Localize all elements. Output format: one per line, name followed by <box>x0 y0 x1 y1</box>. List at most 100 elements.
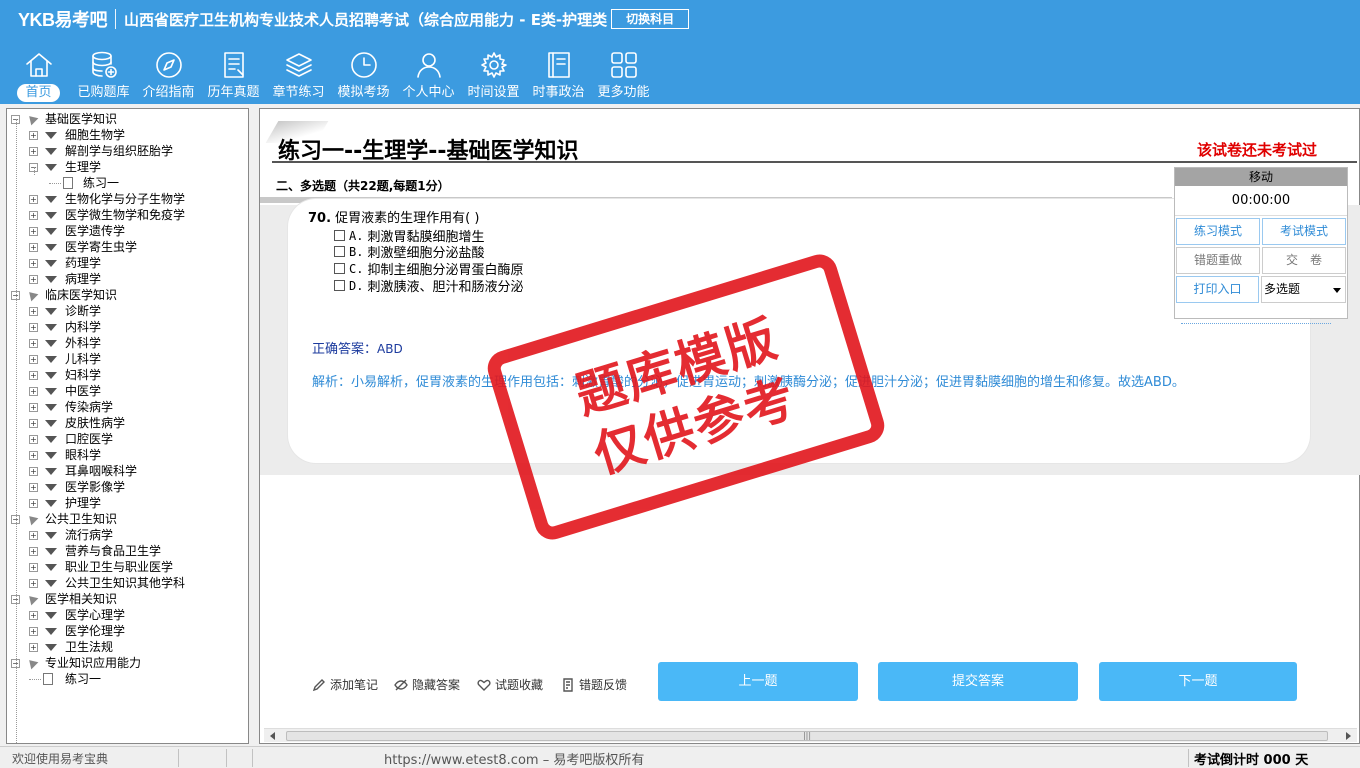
tree-item[interactable]: + 医学微生物学和免疫学 <box>7 207 247 223</box>
tree-item[interactable]: + 内科学 <box>7 319 247 335</box>
tree-item[interactable]: + 职业卫生与职业医学 <box>7 559 247 575</box>
feedback-button[interactable]: 错题反馈 <box>561 676 627 693</box>
scroll-right-icon[interactable] <box>1346 732 1351 740</box>
tree-item[interactable]: + 外科学 <box>7 335 247 351</box>
nav-guide[interactable]: 介绍指南 <box>136 48 201 102</box>
tree-item[interactable]: − 公共卫生知识 <box>7 511 247 527</box>
expand-icon[interactable]: + <box>29 611 38 620</box>
tree-item[interactable]: + 卫生法规 <box>7 639 247 655</box>
tree-item[interactable]: − 专业知识应用能力 <box>7 655 247 671</box>
print-button[interactable]: 打印入口 <box>1176 276 1259 303</box>
tree-item[interactable]: + 妇科学 <box>7 367 247 383</box>
expand-icon[interactable]: + <box>29 483 38 492</box>
panel-drag-handle[interactable]: 移动 <box>1175 168 1347 186</box>
tree-item[interactable]: + 公共卫生知识其他学科 <box>7 575 247 591</box>
tree-item[interactable]: − 医学相关知识 <box>7 591 247 607</box>
expand-icon[interactable]: + <box>29 259 38 268</box>
favorite-button[interactable]: 试题收藏 <box>477 676 543 693</box>
panel-slider[interactable] <box>1181 318 1331 324</box>
tree-item[interactable]: + 营养与食品卫生学 <box>7 543 247 559</box>
expand-icon[interactable]: + <box>29 339 38 348</box>
expand-icon[interactable]: + <box>29 211 38 220</box>
expand-icon[interactable]: + <box>29 387 38 396</box>
expand-icon[interactable]: + <box>29 467 38 476</box>
expand-icon[interactable]: + <box>29 355 38 364</box>
tree-item[interactable]: − 基础医学知识 <box>7 111 247 127</box>
submit-answer-button[interactable]: 提交答案 <box>878 662 1078 701</box>
expand-icon[interactable]: + <box>29 227 38 236</box>
switch-subject-button[interactable]: 切换科目 <box>611 9 690 29</box>
tree-item[interactable]: 练习一 <box>7 175 247 191</box>
expand-icon[interactable]: + <box>29 643 38 652</box>
option-d[interactable]: D. 刺激胰液、胆汁和肠液分泌 <box>334 276 523 295</box>
expand-icon[interactable]: + <box>29 547 38 556</box>
nav-home[interactable]: 首页 <box>6 48 71 102</box>
tree-item[interactable]: + 解剖学与组织胚胎学 <box>7 143 247 159</box>
submit-paper-button[interactable]: 交 卷 <box>1262 247 1346 274</box>
redo-wrong-button[interactable]: 错题重做 <box>1176 247 1260 274</box>
expand-icon[interactable]: + <box>29 419 38 428</box>
tree-item[interactable]: + 药理学 <box>7 255 247 271</box>
tree-item[interactable]: − 生理学 <box>7 159 247 175</box>
expand-icon[interactable]: + <box>29 451 38 460</box>
horizontal-scrollbar[interactable]: ||| <box>264 728 1357 742</box>
tree-item[interactable]: + 中医学 <box>7 383 247 399</box>
question-type-select[interactable]: 多选题 <box>1261 276 1346 303</box>
expand-icon[interactable]: + <box>29 307 38 316</box>
nav-purchased-bank[interactable]: 已购题库 <box>71 48 136 102</box>
scroll-left-icon[interactable] <box>270 732 275 740</box>
tree-item[interactable]: + 医学心理学 <box>7 607 247 623</box>
exam-mode-button[interactable]: 考试模式 <box>1262 218 1346 245</box>
option-checkbox[interactable] <box>334 246 345 257</box>
nav-current-affairs[interactable]: 时事政治 <box>526 48 591 102</box>
expand-icon[interactable]: + <box>29 499 38 508</box>
nav-time-settings[interactable]: 时间设置 <box>461 48 526 102</box>
tree-item[interactable]: 练习一 <box>7 671 247 687</box>
tree-item[interactable]: + 病理学 <box>7 271 247 287</box>
expand-icon[interactable]: + <box>29 563 38 572</box>
expand-icon[interactable]: + <box>29 131 38 140</box>
expand-icon[interactable]: + <box>29 579 38 588</box>
expand-icon[interactable]: + <box>29 323 38 332</box>
nav-mock-exam[interactable]: 模拟考场 <box>331 48 396 102</box>
tree-item[interactable]: + 传染病学 <box>7 399 247 415</box>
tree-item[interactable]: + 流行病学 <box>7 527 247 543</box>
tree-item[interactable]: + 护理学 <box>7 495 247 511</box>
next-question-button[interactable]: 下一题 <box>1099 662 1297 701</box>
practice-mode-button[interactable]: 练习模式 <box>1176 218 1260 245</box>
nav-personal-center[interactable]: 个人中心 <box>396 48 461 102</box>
tree-item-label: 药理学 <box>65 256 102 270</box>
expand-icon[interactable]: + <box>29 403 38 412</box>
tree-item[interactable]: + 儿科学 <box>7 351 247 367</box>
hide-answer-button[interactable]: 隐藏答案 <box>394 676 460 693</box>
tree-item[interactable]: + 口腔医学 <box>7 431 247 447</box>
nav-chapter-practice[interactable]: 章节练习 <box>266 48 331 102</box>
add-note-button[interactable]: 添加笔记 <box>312 676 378 693</box>
option-checkbox[interactable] <box>334 263 345 274</box>
scroll-thumb[interactable]: ||| <box>286 731 1328 741</box>
tree-item[interactable]: + 皮肤性病学 <box>7 415 247 431</box>
expand-icon[interactable]: + <box>29 371 38 380</box>
tree-item[interactable]: + 细胞生物学 <box>7 127 247 143</box>
tree-item[interactable]: + 医学影像学 <box>7 479 247 495</box>
expand-icon[interactable]: + <box>29 531 38 540</box>
expand-icon[interactable]: + <box>29 627 38 636</box>
tree-item[interactable]: + 耳鼻咽喉科学 <box>7 463 247 479</box>
expand-icon[interactable]: + <box>29 435 38 444</box>
expand-icon[interactable]: + <box>29 243 38 252</box>
option-checkbox[interactable] <box>334 280 345 291</box>
option-checkbox[interactable] <box>334 230 345 241</box>
nav-past-papers[interactable]: 历年真题 <box>201 48 266 102</box>
tree-item[interactable]: + 诊断学 <box>7 303 247 319</box>
expand-icon[interactable]: + <box>29 195 38 204</box>
expand-icon[interactable]: + <box>29 275 38 284</box>
prev-question-button[interactable]: 上一题 <box>658 662 858 701</box>
tree-item[interactable]: + 医学遗传学 <box>7 223 247 239</box>
tree-item[interactable]: + 眼科学 <box>7 447 247 463</box>
tree-item[interactable]: + 医学伦理学 <box>7 623 247 639</box>
tree-item[interactable]: + 医学寄生虫学 <box>7 239 247 255</box>
tree-item[interactable]: − 临床医学知识 <box>7 287 247 303</box>
tree-item[interactable]: + 生物化学与分子生物学 <box>7 191 247 207</box>
expand-icon[interactable]: + <box>29 147 38 156</box>
nav-more-functions[interactable]: 更多功能 <box>591 48 656 102</box>
